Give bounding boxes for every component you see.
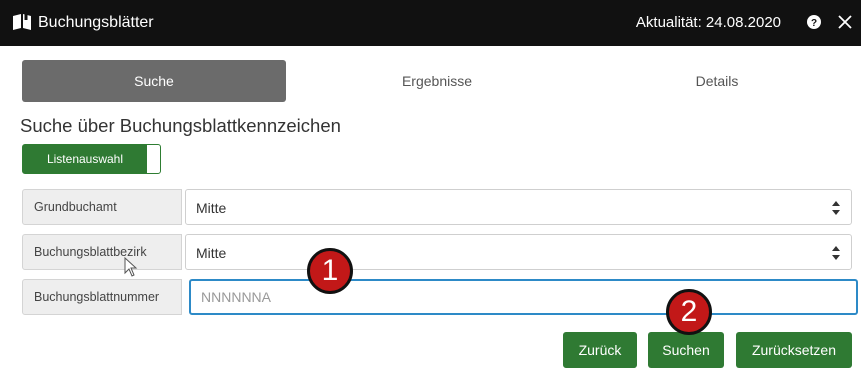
back-button[interactable]: Zurück: [563, 332, 637, 368]
grundbuchamt-value: Mitte: [196, 200, 227, 216]
select-arrows-icon: [832, 246, 840, 260]
nummer-row: Buchungsblattnummer NNNNNNA: [22, 279, 858, 315]
section-title: Suche über Buchungsblattkennzeichen: [20, 115, 341, 136]
tab-bar: Suche Ergebnisse Details: [22, 60, 852, 102]
listenauswahl-toggle[interactable]: Listenauswahl: [22, 144, 161, 174]
mouse-cursor-icon: [124, 257, 138, 277]
toggle-knob: [147, 148, 157, 170]
search-button[interactable]: Suchen: [648, 332, 724, 368]
window-title: Buchungsblätter: [38, 14, 154, 31]
callout-1: 1: [307, 248, 353, 294]
tab-ergebnisse[interactable]: Ergebnisse: [322, 60, 552, 102]
tab-details[interactable]: Details: [602, 60, 832, 102]
nummer-input[interactable]: NNNNNNA: [189, 279, 858, 315]
toggle-label: Listenauswahl: [23, 145, 147, 173]
book-icon: [13, 13, 31, 30]
bezirk-row: Buchungsblattbezirk Mitte: [22, 234, 852, 270]
grundbuchamt-row: Grundbuchamt Mitte: [22, 189, 852, 225]
bezirk-label: Buchungsblattbezirk: [22, 234, 182, 270]
date-label: Aktualität: 24.08.2020: [635, 14, 781, 31]
bezirk-select[interactable]: Mitte: [185, 234, 852, 270]
bezirk-value: Mitte: [196, 245, 227, 261]
select-arrows-icon: [832, 201, 840, 215]
reset-button[interactable]: Zurücksetzen: [736, 332, 852, 368]
callout-2: 2: [666, 289, 712, 335]
nummer-placeholder: NNNNNNA: [201, 289, 271, 305]
svg-text:?: ?: [811, 18, 817, 29]
grundbuchamt-label: Grundbuchamt: [22, 189, 182, 225]
title-bar: Buchungsblätter Aktualität: 24.08.2020 ?: [0, 0, 861, 46]
tab-suche[interactable]: Suche: [22, 60, 286, 102]
help-icon[interactable]: ?: [807, 15, 821, 29]
close-icon[interactable]: [836, 13, 854, 31]
grundbuchamt-select[interactable]: Mitte: [185, 189, 852, 225]
nummer-label: Buchungsblattnummer: [22, 279, 182, 315]
